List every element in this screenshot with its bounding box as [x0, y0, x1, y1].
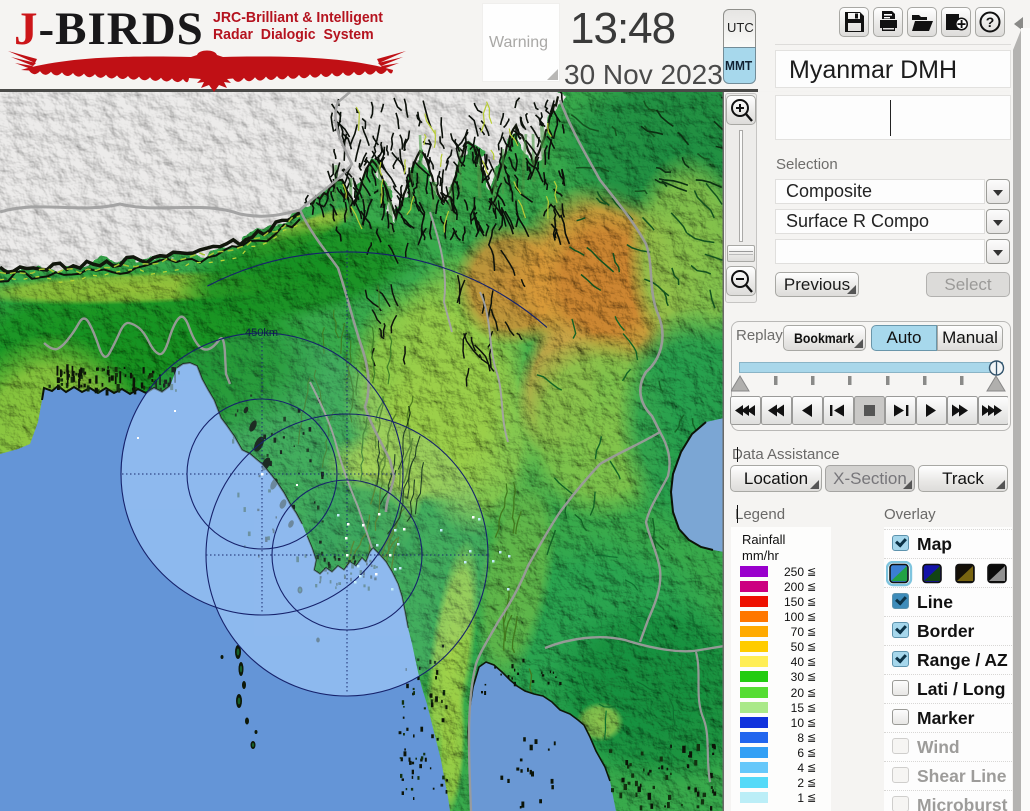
svg-text:450km: 450km: [245, 327, 278, 339]
svg-text:?: ?: [986, 14, 995, 30]
